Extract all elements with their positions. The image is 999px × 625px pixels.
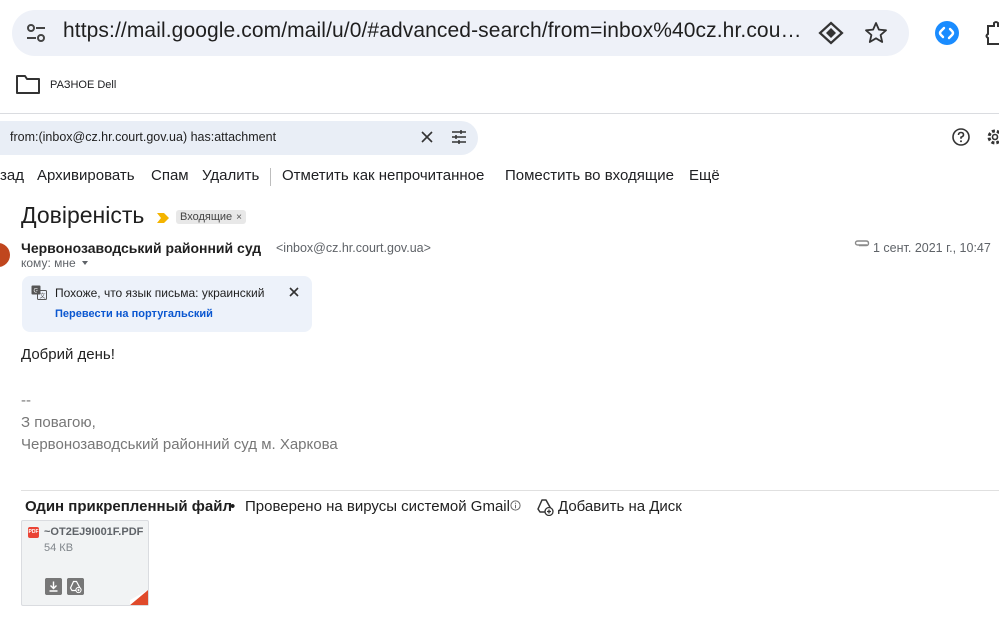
attachment-clip-icon — [854, 240, 870, 247]
recipient-line[interactable]: кому: мне — [21, 256, 76, 270]
attachment-size: 54 КВ — [44, 542, 74, 554]
bookmark-razmoe-dell[interactable]: РАЗНОЕ Dell — [50, 79, 116, 91]
email-subject: Довіреність — [21, 202, 145, 228]
google-lens-icon[interactable] — [818, 21, 844, 45]
search-input[interactable]: from:(inbox@cz.hr.court.gov.ua) has:atta… — [10, 130, 276, 144]
sender-email: <inbox@cz.hr.court.gov.ua> — [276, 241, 431, 255]
label-chip-text: Входящие — [180, 211, 233, 223]
bookmark-star-icon[interactable] — [864, 21, 888, 45]
attachments-divider — [21, 490, 999, 491]
add-to-drive-icon[interactable] — [536, 498, 554, 516]
close-icon[interactable] — [288, 286, 300, 298]
signature-separator: -- — [21, 392, 31, 409]
page-fold-corner — [130, 590, 148, 605]
label-chip-inbox[interactable]: Входящие × — [176, 210, 246, 224]
info-icon[interactable] — [510, 500, 521, 511]
bookmarks-divider — [0, 113, 999, 114]
svg-text:文: 文 — [40, 292, 46, 300]
download-icon[interactable] — [45, 578, 62, 595]
remove-label-icon[interactable]: × — [236, 212, 242, 223]
attachment-filename[interactable]: ~OT2EJ9I001F.PDF — [44, 526, 143, 538]
attachments-title: Один прикрепленный файл — [25, 498, 232, 515]
more-button[interactable]: Ещё — [689, 167, 720, 184]
signature-line: Червонозаводський районний суд м. Харков… — [21, 436, 338, 453]
toolbar-divider — [270, 168, 271, 186]
chevron-down-icon[interactable] — [82, 261, 88, 265]
mark-unread-button[interactable]: Отметить как непрочитанное — [282, 167, 484, 184]
back-button[interactable]: зад — [0, 167, 24, 184]
delete-button[interactable]: Удалить — [202, 167, 259, 184]
virus-scan-note: Проверено на вирусы системой Gmail — [245, 498, 510, 515]
translate-icon: G 文 — [31, 285, 47, 300]
spam-button[interactable]: Спам — [151, 167, 189, 184]
folder-icon[interactable] — [15, 73, 41, 95]
pdf-file-icon: PDF — [28, 527, 39, 538]
email-greeting: Добрий день! — [21, 346, 115, 363]
clear-search-icon[interactable] — [419, 129, 435, 145]
important-marker-icon[interactable] — [157, 213, 169, 223]
extensions-puzzle-icon[interactable] — [984, 20, 999, 46]
url-text[interactable]: https://mail.google.com/mail/u/0/#advanc… — [63, 19, 803, 43]
search-options-icon[interactable] — [450, 128, 468, 146]
signature-line: З повагою, — [21, 414, 96, 431]
translate-link[interactable]: Перевести на португальский — [55, 308, 213, 320]
help-icon[interactable] — [951, 127, 971, 147]
save-to-drive-icon[interactable] — [67, 578, 84, 595]
sender-name: Червонозаводський районний суд — [21, 240, 262, 256]
translate-banner — [22, 276, 312, 332]
separator-dot: • — [230, 498, 236, 515]
move-to-inbox-button[interactable]: Поместить во входящие — [505, 167, 674, 184]
site-settings-icon[interactable] — [24, 21, 48, 45]
archive-button[interactable]: Архивировать — [37, 167, 135, 184]
settings-gear-icon[interactable] — [985, 127, 999, 147]
email-date: 1 сент. 2021 г., 10:47 — [873, 241, 991, 255]
translate-notice: Похоже, что язык письма: украинский — [55, 286, 265, 300]
shazam-extension-icon[interactable] — [934, 20, 960, 46]
add-to-drive-button[interactable]: Добавить на Диск — [558, 498, 682, 515]
sender-avatar — [0, 243, 10, 267]
